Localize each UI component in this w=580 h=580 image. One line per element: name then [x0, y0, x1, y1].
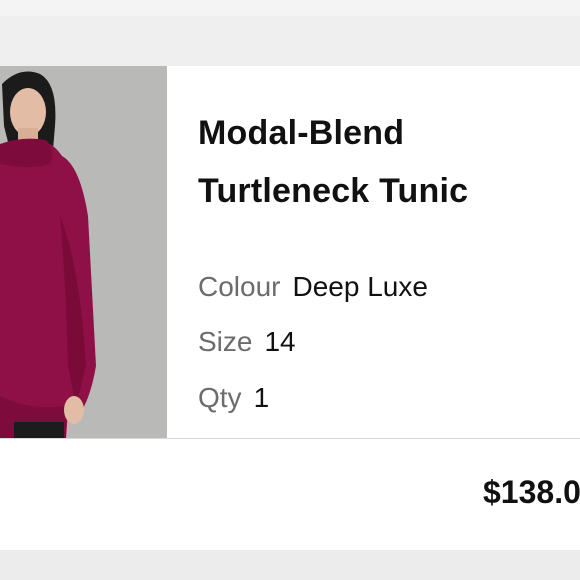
colour-value: Deep Luxe	[292, 271, 428, 302]
qty-label: Qty	[198, 382, 242, 413]
bottom-band	[0, 550, 580, 580]
colour-label: Colour	[198, 271, 281, 302]
qty-value: 1	[253, 382, 270, 413]
product-image[interactable]	[0, 66, 167, 438]
size-label: Size	[198, 326, 253, 357]
item-price: $138.00	[483, 474, 580, 510]
divider	[0, 438, 580, 439]
product-title-line-1: Modal-Blend	[198, 114, 405, 152]
cart-item-card: Modal-Blend Turtleneck Tunic Colour Deep …	[0, 66, 580, 550]
product-details: Modal-Blend Turtleneck Tunic Colour Deep …	[198, 66, 580, 438]
size-attribute: Size 14	[198, 326, 296, 358]
product-title[interactable]: Modal-Blend Turtleneck Tunic	[198, 104, 568, 220]
size-value: 14	[264, 326, 296, 357]
top-band	[0, 0, 580, 16]
product-title-line-2: Turtleneck Tunic	[198, 172, 469, 210]
product-photo-icon	[0, 66, 167, 438]
qty-attribute: Qty 1	[198, 382, 269, 414]
colour-attribute: Colour Deep Luxe	[198, 271, 428, 303]
